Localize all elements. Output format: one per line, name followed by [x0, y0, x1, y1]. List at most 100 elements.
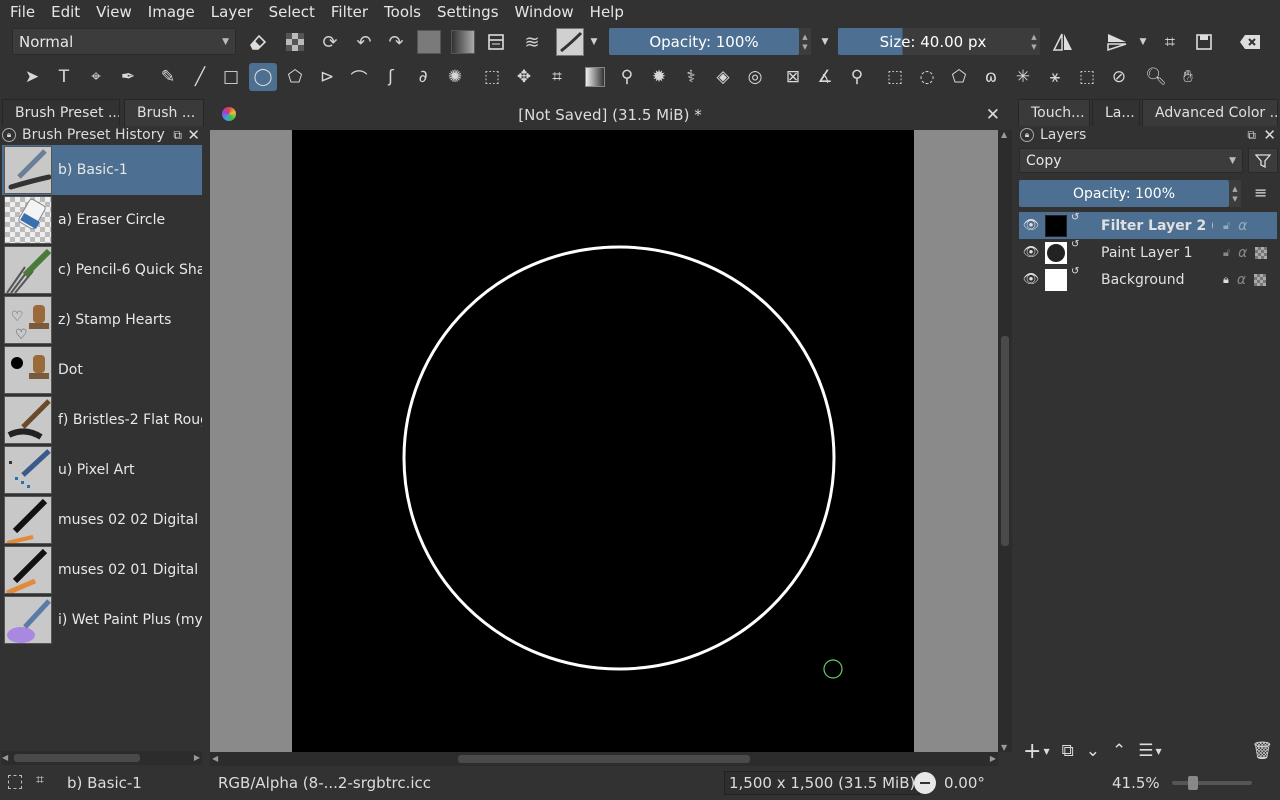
undo-icon[interactable]: ↶: [350, 28, 378, 56]
move-layer-down-icon[interactable]: ⌄: [1086, 741, 1100, 761]
layer-row[interactable]: 👁︎ ↺ Filter Layer 2 (E... 🔓︎ α: [1019, 212, 1277, 239]
size-spinner[interactable]: ▲ ▼: [1028, 28, 1040, 55]
brush-item[interactable]: u) Pixel Art: [2, 445, 202, 495]
reference-tool-icon[interactable]: ⚲: [843, 63, 871, 91]
freehand-select-icon[interactable]: ɷ: [977, 63, 1005, 91]
redo-icon[interactable]: ↷: [382, 28, 410, 56]
float-icon[interactable]: ⧉: [173, 128, 182, 143]
layer-name[interactable]: Background: [1101, 272, 1213, 288]
layer-opacity-spinner[interactable]: ▲ ▼: [1229, 180, 1241, 207]
lock-icon[interactable]: 🔓︎: [1223, 246, 1230, 260]
menu-filter[interactable]: Filter: [323, 0, 376, 24]
gradient-tool-icon[interactable]: [581, 63, 609, 91]
menu-select[interactable]: Select: [261, 0, 323, 24]
menu-image[interactable]: Image: [140, 0, 203, 24]
crop-tool-icon[interactable]: ⌗: [543, 63, 571, 91]
close-icon[interactable]: ✕: [1263, 126, 1276, 144]
zoom-slider[interactable]: [1172, 776, 1252, 790]
tab-touch[interactable]: Touch...: [1018, 99, 1090, 126]
alpha-icon[interactable]: α: [1238, 218, 1247, 234]
clear-icon[interactable]: [1236, 28, 1264, 56]
scroll-down-icon[interactable]: ▼: [1001, 743, 1007, 752]
colorize-mask-icon[interactable]: ✹: [645, 63, 673, 91]
edit-shapes-icon[interactable]: ⌖: [82, 63, 110, 91]
brush-item[interactable]: ♡ ♡ z) Stamp Hearts: [2, 295, 202, 345]
select-shapes-icon[interactable]: ➤: [18, 63, 46, 91]
enclose-fill-icon[interactable]: ◎: [741, 63, 769, 91]
transform-tool-icon[interactable]: ⬚: [478, 63, 506, 91]
menu-window[interactable]: Window: [507, 0, 582, 24]
image-canvas[interactable]: [292, 130, 914, 752]
layer-name[interactable]: Paint Layer 1: [1101, 245, 1213, 261]
crop-icon[interactable]: ⌗: [1156, 28, 1184, 56]
brush-item[interactable]: c) Pencil-6 Quick Shade: [2, 245, 202, 295]
lock-icon[interactable]: 🔒︎: [2, 128, 16, 142]
multibrush-icon[interactable]: ✺: [441, 63, 469, 91]
duplicate-layer-icon[interactable]: ⧉: [1062, 741, 1074, 761]
freehand-brush-icon[interactable]: ✎: [154, 63, 182, 91]
brush-item[interactable]: muses 02 02 Digital bas: [2, 495, 202, 545]
status-rotation[interactable]: 0.00°: [944, 774, 985, 792]
menu-view[interactable]: View: [88, 0, 140, 24]
chevron-down-icon[interactable]: ▼: [1155, 747, 1161, 756]
status-zoom[interactable]: 41.5%: [1112, 774, 1160, 792]
menu-tools[interactable]: Tools: [376, 0, 429, 24]
float-icon[interactable]: ⧉: [1247, 128, 1256, 143]
color-picker-icon[interactable]: ⚲: [613, 63, 641, 91]
menu-layer[interactable]: Layer: [203, 0, 261, 24]
mirror-vertical-icon[interactable]: [1103, 28, 1131, 56]
bezier-tool-icon[interactable]: ⌒: [345, 63, 373, 91]
magnetic-select-icon[interactable]: ⊘: [1105, 63, 1133, 91]
polygon-select-icon[interactable]: ⬠: [945, 63, 973, 91]
delete-layer-icon[interactable]: 🗑︎: [1251, 741, 1273, 761]
similar-select-icon[interactable]: ⚹: [1041, 63, 1069, 91]
pan-tool-icon[interactable]: ✋︎: [1174, 63, 1202, 91]
preserve-alpha-icon[interactable]: [281, 28, 309, 56]
measure-tool-icon[interactable]: ∡: [811, 63, 839, 91]
zoom-tool-icon[interactable]: 🔍︎: [1142, 63, 1170, 91]
layer-opacity-slider[interactable]: Opacity: 100%: [1019, 180, 1229, 207]
horizontal-scrollbar[interactable]: ◀ ▶: [2, 751, 202, 765]
scroll-left-icon[interactable]: ◀: [212, 752, 218, 766]
scrollbar-thumb[interactable]: [14, 754, 140, 762]
reload-preset-icon[interactable]: ⟳: [316, 28, 344, 56]
pattern-icon[interactable]: [449, 28, 477, 56]
close-icon[interactable]: ✕: [187, 126, 200, 144]
eraser-mode-icon[interactable]: [244, 28, 272, 56]
chevron-down-icon[interactable]: ▼: [816, 28, 834, 56]
move-layer-up-icon[interactable]: ⌃: [1112, 741, 1126, 761]
status-image-size[interactable]: 1,500 x 1,500 (31.5 MiB): [724, 771, 921, 795]
brush-item[interactable]: a) Eraser Circle: [2, 195, 202, 245]
chevron-down-icon[interactable]: ▼: [1136, 28, 1150, 56]
brush-item[interactable]: i) Wet Paint Plus (mypa: [2, 595, 202, 645]
opacity-slider[interactable]: Opacity: 100%: [609, 28, 799, 55]
brush-item[interactable]: f) Bristles-2 Flat Rough: [2, 395, 202, 445]
rotation-dial-icon[interactable]: [914, 772, 936, 794]
line-tool-icon[interactable]: ╱: [186, 63, 214, 91]
scrollbar-thumb[interactable]: [458, 755, 750, 763]
layer-row[interactable]: 👁︎ ↺ Paint Layer 1 🔓︎ α: [1019, 239, 1277, 266]
bezier-select-icon[interactable]: ⬚: [1073, 63, 1101, 91]
fill-gradient-icon[interactable]: [415, 28, 443, 56]
scrollbar-thumb[interactable]: [1001, 336, 1009, 546]
scroll-right-icon[interactable]: ▶: [990, 752, 996, 766]
dynamic-brush-icon[interactable]: ∂: [409, 63, 437, 91]
polyline-tool-icon[interactable]: ⊳: [313, 63, 341, 91]
polygon-tool-icon[interactable]: ⬠: [281, 63, 309, 91]
chevron-down-icon[interactable]: ▼: [1043, 747, 1049, 756]
inherit-alpha-icon[interactable]: [1254, 273, 1267, 286]
layer-properties-icon[interactable]: ☰: [1138, 741, 1153, 761]
ellipse-tool-icon[interactable]: ◯: [249, 63, 277, 91]
visibility-eye-icon[interactable]: 👁︎: [1019, 272, 1043, 287]
opacity-spinner[interactable]: ▲ ▼: [799, 28, 811, 55]
tab-advanced-color[interactable]: Advanced Color ...: [1142, 99, 1278, 126]
scroll-left-icon[interactable]: ◀: [2, 751, 8, 765]
menu-help[interactable]: Help: [582, 0, 632, 24]
tab-layers[interactable]: La...: [1092, 99, 1140, 126]
brush-preset-icon[interactable]: [554, 26, 586, 58]
brush-item[interactable]: Dot: [2, 345, 202, 395]
contiguous-select-icon[interactable]: ✳: [1009, 63, 1037, 91]
vertical-scrollbar[interactable]: ▲ ▼: [998, 130, 1012, 752]
selection-display-icon[interactable]: [8, 775, 22, 789]
rect-select-icon[interactable]: ⬚: [881, 63, 909, 91]
